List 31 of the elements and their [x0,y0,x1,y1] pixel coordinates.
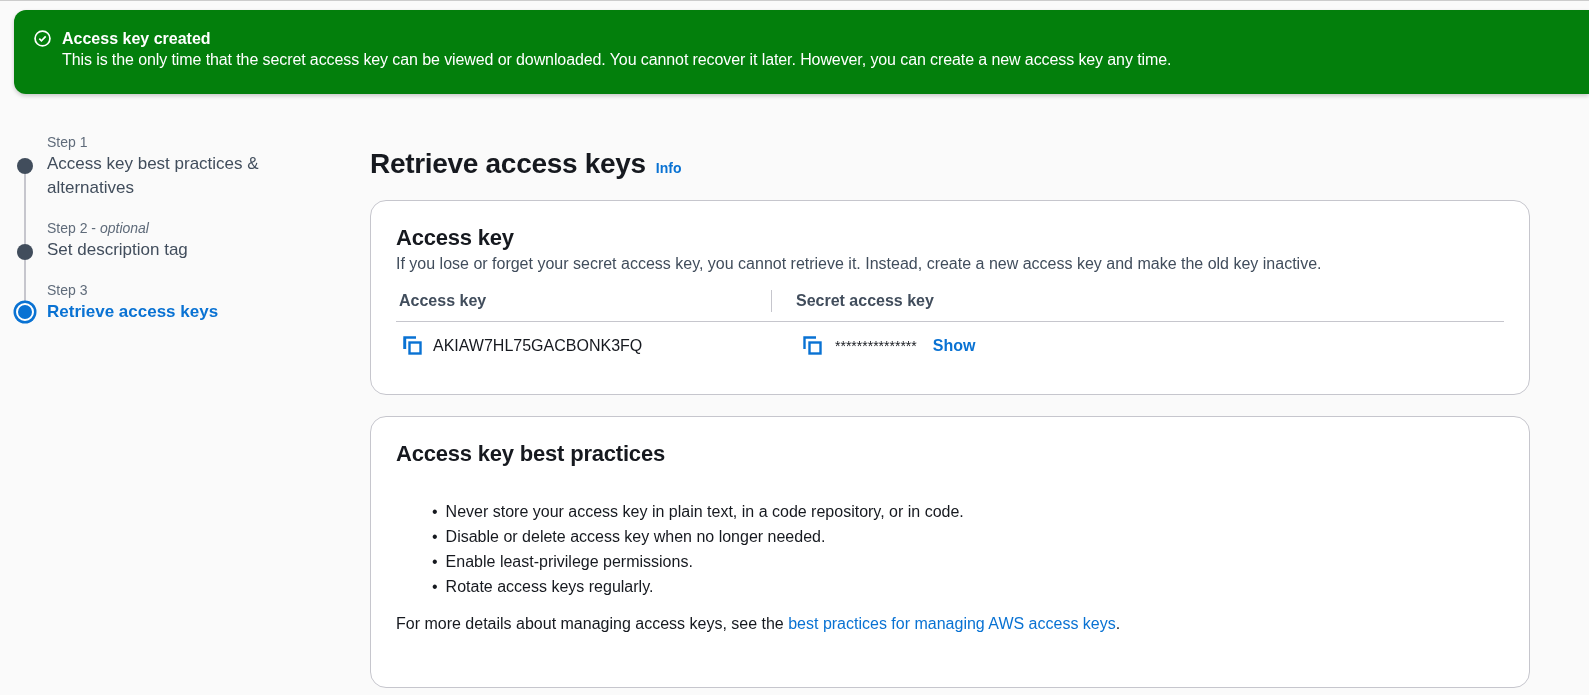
card-title: Access key [396,225,515,251]
copy-icon[interactable] [403,336,423,356]
banner-message: This is the only time that the secret access key can be viewed or downloaded. You cannot recover it later. However, you can create a new access key any time. [62,50,1172,70]
list-item: Enable least-privilege permissions. [445,552,693,572]
bullet-icon: • [432,549,438,574]
page-title: Retrieve access keys [370,148,646,180]
step-label: Step 3 [47,281,89,300]
check-circle-icon [34,30,51,47]
list-item: Rotate access keys regularly. [445,577,654,597]
bullet-icon: • [432,524,438,549]
step-title: Access key best practices & alternatives [47,153,260,199]
list-item: Never store your access key in plain text, in a code repository, or in code. [445,502,964,522]
best-practices-link[interactable]: best practices for managing AWS access keys [788,615,1116,632]
card-description: If you lose or forget your secret access key, you cannot retrieve it. Instead, create a new access key and make the old key inactive. [396,255,1323,273]
step-title: Set description tag [47,239,189,261]
bullet-icon: • [432,574,438,599]
show-link[interactable]: Show [932,337,976,355]
list-item: Disable or delete access key when no longer needed. [445,527,826,547]
bullet-icon: • [432,499,438,524]
info-link[interactable]: Info [655,160,682,176]
footer-text: For more details about managing access keys, see the best practices for managing AWS access keys. [396,615,1122,633]
step-label: Step 1 [47,133,89,152]
access-key-value: AKIAW7HL75GACBONK3FQ [433,337,643,355]
step-label: Step 2 - optional [47,219,150,238]
copy-icon[interactable] [803,336,823,356]
card-title: Access key best practices [396,441,666,467]
banner-title: Access key created [62,29,212,49]
column-header: Secret access key [795,292,935,310]
step-title: Retrieve access keys [47,301,220,323]
secret-key-value: *************** [835,338,917,354]
column-header: Access key [398,292,488,310]
